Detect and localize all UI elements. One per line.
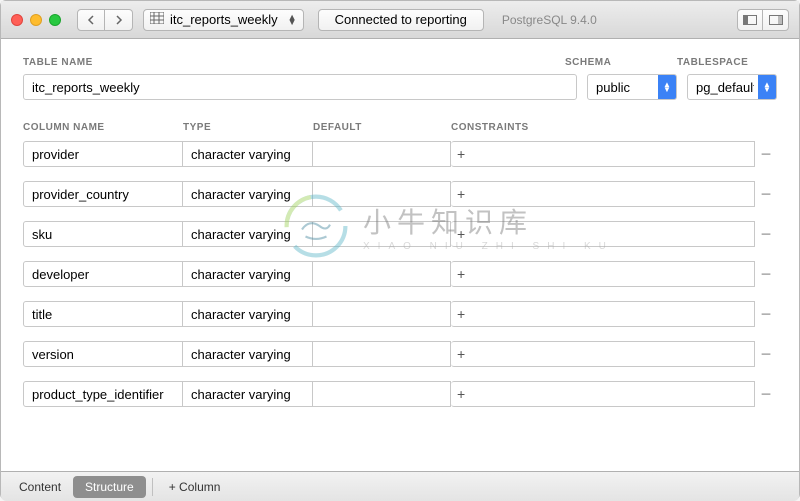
- column-row: +−: [23, 341, 777, 367]
- column-default-input[interactable]: [313, 381, 451, 407]
- column-default-input[interactable]: [313, 301, 451, 327]
- close-window-button[interactable]: [11, 14, 23, 26]
- nav-back-button[interactable]: [77, 9, 105, 31]
- nav-forward-button[interactable]: [105, 9, 133, 31]
- table-name-label: TABLE NAME: [23, 57, 553, 68]
- add-constraint-button[interactable]: +: [457, 186, 465, 202]
- columns-list: +−+−+−+−+−+−+−: [23, 141, 777, 407]
- remove-column-button[interactable]: −: [755, 264, 777, 285]
- column-type-input[interactable]: [183, 341, 313, 367]
- chevron-updown-icon: ▲▼: [758, 75, 776, 99]
- chevron-updown-icon: ▲▼: [658, 75, 676, 99]
- header-type: TYPE: [183, 122, 313, 133]
- column-name-input[interactable]: [23, 261, 183, 287]
- connection-status[interactable]: Connected to reporting: [318, 9, 484, 31]
- remove-column-button[interactable]: −: [755, 224, 777, 245]
- tab-structure[interactable]: Structure: [73, 476, 146, 498]
- column-row: +−: [23, 221, 777, 247]
- remove-column-button[interactable]: −: [755, 384, 777, 405]
- column-constraints-input[interactable]: [451, 221, 755, 247]
- table-selector-label: itc_reports_weekly: [170, 12, 278, 27]
- column-constraints-input[interactable]: [451, 301, 755, 327]
- right-panel-toggle[interactable]: [763, 9, 789, 31]
- remove-column-button[interactable]: −: [755, 144, 777, 165]
- column-type-input[interactable]: [183, 141, 313, 167]
- add-constraint-button[interactable]: +: [457, 306, 465, 322]
- window-toolbar: itc_reports_weekly ▲▼ Connected to repor…: [1, 1, 799, 39]
- column-row: +−: [23, 141, 777, 167]
- left-panel-toggle[interactable]: [737, 9, 763, 31]
- table-name-input[interactable]: [23, 74, 577, 100]
- tablespace-select[interactable]: ▲▼: [687, 74, 777, 100]
- panel-toggle-group: [737, 9, 789, 31]
- column-type-input[interactable]: [183, 301, 313, 327]
- header-constraints: CONSTRAINTS: [451, 122, 777, 133]
- add-constraint-button[interactable]: +: [457, 386, 465, 402]
- column-default-input[interactable]: [313, 181, 451, 207]
- nav-back-forward: [77, 9, 133, 31]
- column-row: +−: [23, 381, 777, 407]
- tab-content[interactable]: Content: [7, 476, 73, 498]
- add-column-button[interactable]: + Column: [159, 476, 231, 498]
- add-constraint-button[interactable]: +: [457, 226, 465, 242]
- db-version-label: PostgreSQL 9.4.0: [502, 13, 597, 27]
- remove-column-button[interactable]: −: [755, 304, 777, 325]
- column-type-input[interactable]: [183, 261, 313, 287]
- column-type-input[interactable]: [183, 181, 313, 207]
- column-row: +−: [23, 301, 777, 327]
- table-icon: [150, 12, 164, 27]
- remove-column-button[interactable]: −: [755, 344, 777, 365]
- header-column-name: COLUMN NAME: [23, 122, 183, 133]
- column-type-input[interactable]: [183, 381, 313, 407]
- left-panel-icon: [743, 15, 757, 25]
- column-default-input[interactable]: [313, 141, 451, 167]
- column-constraints-input[interactable]: [451, 261, 755, 287]
- tablespace-label: TABLESPACE: [677, 57, 777, 68]
- table-selector-dropdown[interactable]: itc_reports_weekly ▲▼: [143, 9, 304, 31]
- column-name-input[interactable]: [23, 381, 183, 407]
- column-row: +−: [23, 181, 777, 207]
- remove-column-button[interactable]: −: [755, 184, 777, 205]
- column-constraints-input[interactable]: [451, 341, 755, 367]
- column-type-input[interactable]: [183, 221, 313, 247]
- column-name-input[interactable]: [23, 141, 183, 167]
- schema-label: SCHEMA: [565, 57, 665, 68]
- column-constraints-input[interactable]: [451, 181, 755, 207]
- header-default: DEFAULT: [313, 122, 451, 133]
- column-name-input[interactable]: [23, 221, 183, 247]
- zoom-window-button[interactable]: [49, 14, 61, 26]
- dropdown-arrows-icon: ▲▼: [288, 15, 297, 25]
- add-constraint-button[interactable]: +: [457, 266, 465, 282]
- column-name-input[interactable]: [23, 341, 183, 367]
- column-default-input[interactable]: [313, 261, 451, 287]
- column-constraints-input[interactable]: [451, 381, 755, 407]
- column-constraints-input[interactable]: [451, 141, 755, 167]
- bottom-bar: Content Structure + Column: [1, 471, 799, 501]
- column-name-input[interactable]: [23, 181, 183, 207]
- column-default-input[interactable]: [313, 341, 451, 367]
- add-constraint-button[interactable]: +: [457, 146, 465, 162]
- column-name-input[interactable]: [23, 301, 183, 327]
- add-constraint-button[interactable]: +: [457, 346, 465, 362]
- divider: [152, 478, 153, 496]
- minimize-window-button[interactable]: [30, 14, 42, 26]
- column-row: +−: [23, 261, 777, 287]
- schema-select[interactable]: ▲▼: [587, 74, 677, 100]
- column-headers: COLUMN NAME TYPE DEFAULT CONSTRAINTS: [23, 122, 777, 133]
- right-panel-icon: [769, 15, 783, 25]
- connection-label: Connected to reporting: [335, 12, 467, 27]
- column-default-input[interactable]: [313, 221, 451, 247]
- main-content: TABLE NAME SCHEMA TABLESPACE ▲▼ ▲▼ COLUM…: [1, 39, 799, 471]
- traffic-lights: [11, 14, 61, 26]
